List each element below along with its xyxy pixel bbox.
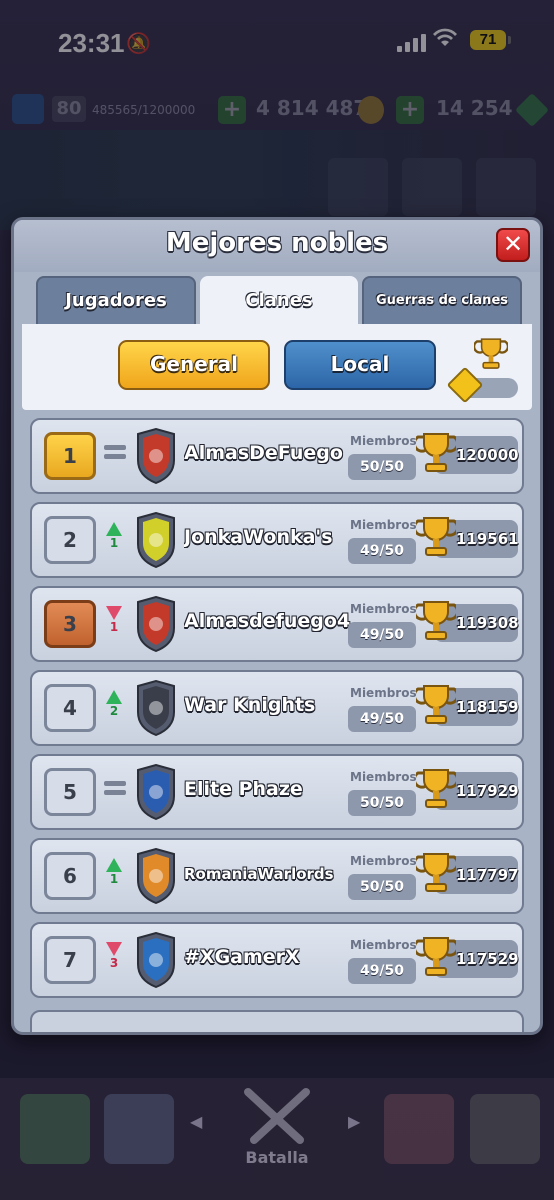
trophy-icon [416,517,456,556]
trophy-count: 120000 [456,446,519,464]
rank-number: 2 [44,516,96,564]
members-count: 50/50 [348,454,416,480]
members-count: 50/50 [348,874,416,900]
nav-cards[interactable] [104,1094,174,1164]
close-button[interactable]: ✕ [496,228,530,262]
clan-name: Elite Phaze [184,778,303,800]
rank-change: 3 [104,938,124,982]
rank-change: 1 [104,854,124,898]
nav-events[interactable] [470,1094,540,1164]
members-label: Miembros [350,602,417,616]
list-item[interactable]: 4 2 War Knights Miembros 49/50 118159 [30,670,524,746]
trophy-icon [416,433,456,472]
tab-clan-wars[interactable]: Guerras de clanes [362,276,522,324]
arrow-down-icon [106,942,122,956]
modal-title: Mejores nobles [165,228,389,258]
list-item[interactable]: 2 1 JonkaWonka's Miembros 49/50 119561 [30,502,524,578]
members-count: 49/50 [348,706,416,732]
nav-right-arrow-icon[interactable]: ▶ [348,1112,360,1131]
rank-number: 7 [44,936,96,984]
tab-bar: Jugadores Clanes Guerras de clanes [14,276,540,324]
no-change-icon [104,781,126,799]
members-label: Miembros [350,854,417,868]
trophy-count: 117929 [456,782,519,800]
rank-change-value: 1 [109,620,119,634]
members-count: 50/50 [348,790,416,816]
members-label: Miembros [350,518,417,532]
trophy-count: 119308 [456,614,519,632]
trophy-icon [416,937,456,976]
rank-number: 6 [44,852,96,900]
rank-change-value: 1 [109,536,119,550]
rank-change-value: 2 [109,704,119,718]
trophy-count: 118159 [456,698,519,716]
clan-badge-icon [137,596,175,652]
trophy-icon [474,338,508,369]
clan-badge-icon [137,848,175,904]
arrow-down-icon [106,606,122,620]
no-change-icon [104,445,126,463]
rank-change-value: 1 [109,872,119,886]
arrow-up-icon [106,522,122,536]
rank-number: 1 [44,432,96,480]
list-item[interactable]: 1 AlmasDeFuego Miembros 50/50 120000 [30,418,524,494]
tab-players[interactable]: Jugadores [36,276,196,324]
rank-number: 3 [44,600,96,648]
filter-panel: General Local [22,324,532,410]
clan-badge-icon [137,764,175,820]
trophy-icon [416,853,456,892]
list-item-partial [30,1010,524,1032]
trophy-count: 117529 [456,950,519,968]
members-label: Miembros [350,686,417,700]
members-count: 49/50 [348,622,416,648]
nav-left-arrow-icon[interactable]: ◀ [190,1112,202,1131]
rank-change: 2 [104,686,124,730]
nav-shop[interactable] [20,1094,90,1164]
rank-change: 1 [104,518,124,562]
swords-icon [244,1088,310,1144]
clan-badge-icon [137,680,175,736]
rank-number: 5 [44,768,96,816]
clan-name: JonkaWonka's [184,526,333,548]
rank-change-value: 3 [109,956,119,970]
arrow-up-icon [106,858,122,872]
list-item[interactable]: 3 1 Almasdefuego4 Miembros 49/50 119308 [30,586,524,662]
members-label: Miembros [350,434,417,448]
clan-badge-icon [137,932,175,988]
trophy-count: 117797 [456,866,519,884]
trophy-icon [416,685,456,724]
list-item[interactable]: 5 Elite Phaze Miembros 50/50 117929 [30,754,524,830]
nav-clan[interactable] [384,1094,454,1164]
clan-name: #XGamerX [184,946,300,968]
clan-name: AlmasDeFuego [184,442,343,464]
trophy-icon [416,769,456,808]
arrow-up-icon [106,690,122,704]
list-item[interactable]: 7 3 #XGamerX Miembros 49/50 117529 [30,922,524,998]
list-item[interactable]: 6 1 RomaniaWarlords Miembros 50/50 11779… [30,838,524,914]
close-icon: ✕ [502,230,524,258]
rank-number: 4 [44,684,96,732]
members-count: 49/50 [348,538,416,564]
clan-name: RomaniaWarlords [184,865,334,883]
members-label: Miembros [350,770,417,784]
trophy-count: 119561 [456,530,519,548]
trophy-icon [416,601,456,640]
clan-badge-icon [137,428,175,484]
tab-clans[interactable]: Clanes [200,276,358,324]
clan-name: Almasdefuego4 [184,610,351,632]
members-label: Miembros [350,938,417,952]
leaderboard-modal: Mejores nobles ✕ Jugadores Clanes Guerra… [11,217,543,1035]
members-count: 49/50 [348,958,416,984]
nav-battle-label[interactable]: Batalla [230,1148,324,1167]
rank-change: 1 [104,602,124,646]
clan-badge-icon [137,512,175,568]
general-filter-button[interactable]: General [118,340,270,390]
local-filter-button[interactable]: Local [284,340,436,390]
clan-name: War Knights [184,694,316,716]
